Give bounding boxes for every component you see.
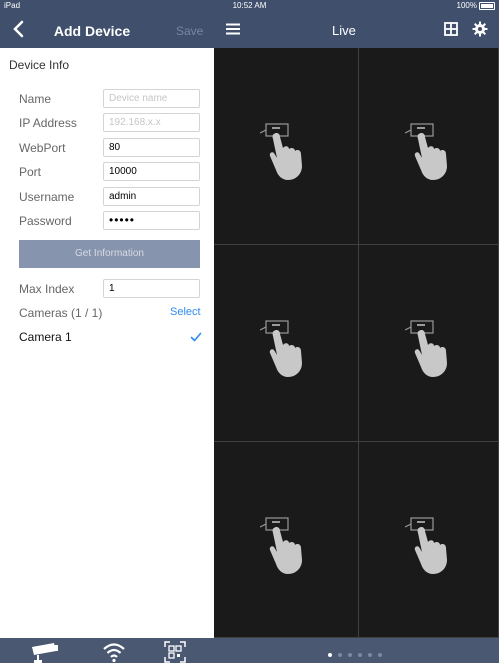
live-cell[interactable] — [359, 48, 499, 245]
tap-to-add-hand-icon — [405, 123, 447, 180]
page-dot[interactable] — [358, 653, 362, 657]
username-input[interactable]: admin — [103, 187, 200, 206]
live-cell[interactable] — [359, 442, 499, 638]
get-information-button[interactable]: Get Information — [19, 240, 200, 268]
name-input[interactable]: Device name — [103, 89, 200, 108]
add-device-form: Device Info Name Device name IP Address … — [0, 48, 214, 638]
add-device-navbar: Add Device Save — [0, 12, 214, 48]
port-input[interactable]: 10000 — [103, 162, 200, 181]
live-cell[interactable] — [214, 442, 359, 638]
battery-icon — [479, 1, 495, 10]
camera-list-item[interactable]: Camera 1 — [19, 330, 72, 344]
live-title: Live — [332, 23, 356, 38]
save-button[interactable]: Save — [176, 24, 203, 38]
live-cell[interactable] — [214, 245, 359, 442]
battery-status: 100% — [457, 1, 495, 10]
live-cell[interactable] — [214, 48, 359, 245]
gear-icon[interactable] — [472, 21, 488, 37]
live-view-grid — [214, 48, 499, 638]
ip-address-input[interactable]: 192.168.x.x — [103, 113, 200, 132]
ip-address-label: IP Address — [19, 116, 77, 130]
page-dot[interactable] — [378, 653, 382, 657]
live-navbar: Live — [214, 12, 499, 48]
tap-to-add-hand-icon — [405, 517, 447, 574]
menu-icon[interactable] — [226, 22, 240, 36]
tap-to-add-hand-icon — [260, 320, 302, 377]
password-input[interactable]: ••••• — [103, 211, 200, 230]
section-title: Device Info — [9, 58, 70, 72]
page-dot[interactable] — [348, 653, 352, 657]
wifi-tab-icon[interactable] — [102, 641, 126, 663]
cameras-count-label: Cameras (1 / 1) — [19, 306, 103, 320]
bottom-tab-bar — [0, 638, 499, 663]
page-dot[interactable] — [368, 653, 372, 657]
tap-to-add-hand-icon — [260, 123, 302, 180]
live-cell[interactable] — [359, 245, 499, 442]
status-bar: iPad 10:52 AM 100% — [0, 0, 499, 12]
camera-tab-icon[interactable] — [28, 641, 60, 663]
max-index-label: Max Index — [19, 282, 75, 296]
layout-grid-icon[interactable] — [444, 22, 458, 36]
page-dot[interactable] — [328, 653, 332, 657]
webport-input[interactable]: 80 — [103, 138, 200, 157]
port-label: Port — [19, 165, 42, 179]
page-dot[interactable] — [338, 653, 342, 657]
name-label: Name — [19, 92, 52, 106]
tap-to-add-hand-icon — [260, 517, 302, 574]
checkmark-icon — [190, 332, 202, 342]
status-time: 10:52 AM — [232, 1, 267, 10]
max-index-input[interactable]: 1 — [103, 279, 200, 298]
password-label: Password — [19, 214, 72, 228]
battery-percent: 100% — [456, 1, 477, 10]
username-label: Username — [19, 190, 75, 204]
select-button[interactable]: Select — [170, 306, 201, 318]
webport-label: WebPort — [19, 141, 66, 155]
page-indicator — [328, 653, 382, 657]
tap-to-add-hand-icon — [405, 320, 447, 377]
qr-scan-tab-icon[interactable] — [164, 641, 186, 663]
